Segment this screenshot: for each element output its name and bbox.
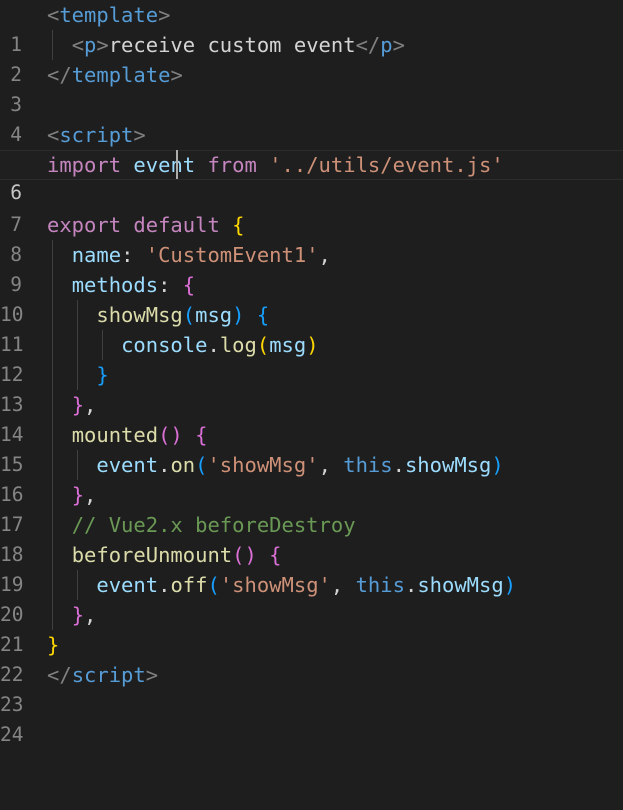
code-line[interactable]: 11 showMsg(msg) { xyxy=(0,300,623,356)
code-line[interactable]: 18 // Vue2.x beforeDestroy xyxy=(0,510,623,566)
code-line[interactable]: 5 <script> xyxy=(0,120,623,176)
text-cursor xyxy=(176,150,178,179)
code-line[interactable]: 7 xyxy=(0,180,623,236)
code-line[interactable]: 23 </script> xyxy=(0,660,623,716)
code-line[interactable]: 17 }, xyxy=(0,480,623,536)
code-text: methods: { xyxy=(71,273,196,297)
code-line[interactable]: 9 name: 'CustomEvent1', xyxy=(0,240,623,296)
code-editor[interactable]: 1 <template> 2 <p>receive custom event</… xyxy=(0,0,623,746)
code-line[interactable]: 22 } xyxy=(0,630,623,686)
code-text: }, xyxy=(71,603,97,627)
code-line[interactable]: 15 mounted() { xyxy=(0,420,623,476)
code-text: }, xyxy=(71,483,97,507)
code-line[interactable]: 3 </template> xyxy=(0,60,623,116)
code-text: } xyxy=(47,633,60,657)
code-line[interactable]: 12 console.log(msg) xyxy=(0,330,623,386)
code-text: event.on('showMsg', this.showMsg) xyxy=(96,453,504,477)
code-text: <p>receive custom event</p> xyxy=(71,33,405,57)
code-line[interactable]: 19 beforeUnmount() { xyxy=(0,540,623,596)
code-line[interactable]: 4 xyxy=(0,90,623,146)
code-line[interactable]: 20 event.off('showMsg', this.showMsg) xyxy=(0,570,623,626)
code-text: <script> xyxy=(47,123,146,147)
code-text: } xyxy=(96,363,109,387)
line-number: 24 xyxy=(0,723,24,746)
code-line[interactable]: 14 }, xyxy=(0,390,623,446)
code-line[interactable]: 10 methods: { xyxy=(0,270,623,326)
code-text: }, xyxy=(71,393,97,417)
code-line[interactable]: 24 xyxy=(0,690,623,746)
code-line[interactable]: 13 } xyxy=(0,360,623,416)
code-text: console.log(msg) xyxy=(121,333,319,357)
code-line[interactable]: 21 }, xyxy=(0,600,623,656)
code-text: </template> xyxy=(47,63,183,87)
code-text: export default { xyxy=(47,213,245,237)
code-line-current[interactable]: 6 import event from '../utils/event.js' xyxy=(0,150,623,204)
code-line[interactable]: 8 export default { xyxy=(0,210,623,266)
code-line[interactable]: 16 event.on('showMsg', this.showMsg) xyxy=(0,450,623,506)
code-line[interactable]: 1 <template> xyxy=(0,0,623,56)
code-text: mounted() { xyxy=(71,423,208,447)
code-text: </script> xyxy=(47,663,159,687)
code-text: showMsg(msg) { xyxy=(96,303,270,327)
code-text: event.off('showMsg', this.showMsg) xyxy=(96,573,517,597)
code-text: beforeUnmount() { xyxy=(71,543,282,567)
code-text: <template> xyxy=(47,3,171,27)
code-text: name: 'CustomEvent1', xyxy=(71,243,331,267)
code-text: import event from '../utils/event.js' xyxy=(47,153,504,177)
code-text: // Vue2.x beforeDestroy xyxy=(71,513,356,537)
code-line[interactable]: 2 <p>receive custom event</p> xyxy=(0,30,623,86)
